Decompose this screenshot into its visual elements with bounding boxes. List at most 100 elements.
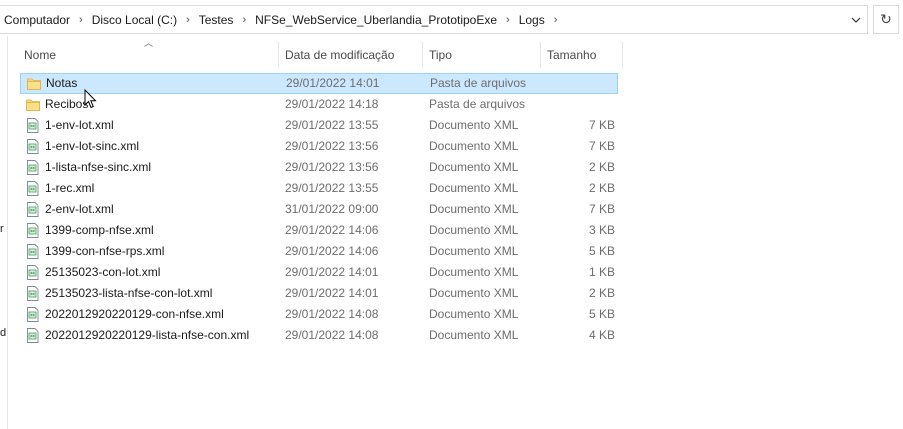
file-name[interactable]: 1-env-lot-sinc.xml <box>45 136 139 157</box>
file-type: Documento XML <box>429 265 519 279</box>
file-name[interactable]: Notas <box>46 73 77 94</box>
file-row[interactable]: 1-env-lot-sinc.xml 29/01/2022 13:56 Docume… <box>20 136 620 157</box>
address-bar[interactable]: Computador › Disco Local (C:) › Testes ›… <box>0 5 868 34</box>
chevron-right-icon[interactable]: › <box>547 14 565 26</box>
file-type: Documento XML <box>429 223 519 237</box>
column-header-type[interactable]: Tipo <box>423 42 541 68</box>
breadcrumb-logs[interactable]: Logs <box>517 13 547 27</box>
file-row[interactable]: 2022012920220129-lista-nfse-con.xml 29/01… <box>20 325 620 346</box>
column-header-name[interactable]: Nome <box>18 42 279 68</box>
file-date: 29/01/2022 13:55 <box>285 118 379 132</box>
file-date: 29/01/2022 13:55 <box>285 181 379 195</box>
file-type: Documento XML <box>429 307 519 321</box>
file-row[interactable]: 1399-con-nfse-rps.xml 29/01/2022 14:06 Doc… <box>20 241 620 262</box>
column-header-date[interactable]: Data de modificação <box>279 42 423 68</box>
file-row[interactable]: 1399-comp-nfse.xml 29/01/2022 14:06 Docume… <box>20 220 620 241</box>
file-size: 2 KB <box>588 286 615 300</box>
file-type: Documento XML <box>429 160 519 174</box>
xml-file-icon <box>26 286 40 301</box>
chevron-right-icon[interactable]: › <box>72 14 90 26</box>
address-dropdown-button[interactable] <box>845 6 867 33</box>
file-size: 7 KB <box>588 118 615 132</box>
file-size: 1 KB <box>588 265 615 279</box>
chevron-right-icon[interactable]: › <box>499 14 517 26</box>
nav-fragment: d <box>0 327 7 339</box>
file-name[interactable]: 1399-con-nfse-rps.xml <box>45 241 164 262</box>
breadcrumb-prototipo[interactable]: NFSe_WebService_Uberlandia_PrototipoExe <box>253 13 499 27</box>
file-date: 29/01/2022 13:56 <box>285 139 379 153</box>
xml-file-icon <box>26 202 40 217</box>
file-size: 5 KB <box>588 244 615 258</box>
column-header-size-label: Tamanho <box>547 48 597 62</box>
file-size: 2 KB <box>588 160 615 174</box>
nav-fragment: r <box>0 223 4 235</box>
xml-file-icon <box>26 139 40 154</box>
column-header-date-label: Data de modificação <box>285 48 395 62</box>
navigation-pane[interactable]: r d <box>0 36 8 429</box>
column-header-type-label: Tipo <box>429 48 452 62</box>
file-type: Documento XML <box>429 244 519 258</box>
file-size: 3 KB <box>588 223 615 237</box>
file-row[interactable]: 25135023-con-lot.xml 29/01/2022 14:01 Docu… <box>20 262 620 283</box>
xml-file-icon <box>26 307 40 322</box>
column-header-name-label: Nome <box>24 48 57 62</box>
file-date: 29/01/2022 14:01 <box>285 265 379 279</box>
file-row[interactable]: 1-rec.xml 29/01/2022 13:55 Documento XML 2 … <box>20 178 620 199</box>
file-row[interactable]: 2-env-lot.xml 31/01/2022 09:00 Documento X… <box>20 199 620 220</box>
file-name[interactable]: 2-env-lot.xml <box>45 199 114 220</box>
file-row[interactable]: 1-lista-nfse-sinc.xml 29/01/2022 13:56 Doc… <box>20 157 620 178</box>
file-name[interactable]: 25135023-con-lot.xml <box>45 262 160 283</box>
breadcrumb-computador[interactable]: Computador <box>2 13 72 27</box>
file-name[interactable]: 2022012920220129-con-nfse.xml <box>45 304 224 325</box>
file-date: 29/01/2022 14:01 <box>286 76 380 90</box>
breadcrumb-disco-local[interactable]: Disco Local (C:) <box>90 13 179 27</box>
file-size: 7 KB <box>588 202 615 216</box>
file-name[interactable]: 1-env-lot.xml <box>45 115 114 136</box>
file-name[interactable]: 1-rec.xml <box>45 178 94 199</box>
folder-row[interactable]: Recibos 29/01/2022 14:18 Pasta de arquivos <box>20 94 620 115</box>
file-name[interactable]: 2022012920220129-lista-nfse-con.xml <box>45 325 249 346</box>
file-date: 29/01/2022 14:18 <box>285 97 379 111</box>
file-date: 31/01/2022 09:00 <box>285 202 379 216</box>
file-name[interactable]: 1399-comp-nfse.xml <box>45 220 154 241</box>
xml-file-icon <box>26 118 40 133</box>
xml-file-icon <box>26 160 40 175</box>
file-date: 29/01/2022 14:08 <box>285 307 379 321</box>
file-type: Documento XML <box>429 202 519 216</box>
file-type: Documento XML <box>429 286 519 300</box>
chevron-right-icon[interactable]: › <box>179 14 197 26</box>
file-date: 29/01/2022 13:56 <box>285 160 379 174</box>
file-name[interactable]: Recibos <box>45 94 88 115</box>
xml-file-icon <box>26 265 40 280</box>
breadcrumb: Computador › Disco Local (C:) › Testes ›… <box>0 13 845 27</box>
column-header-size[interactable]: Tamanho <box>541 42 623 68</box>
file-date: 29/01/2022 14:01 <box>285 286 379 300</box>
mouse-cursor-icon <box>84 89 97 109</box>
folder-icon <box>26 97 40 112</box>
file-type: Documento XML <box>429 118 519 132</box>
refresh-button[interactable]: ↻ <box>873 5 899 34</box>
file-row[interactable]: 2022012920220129-con-nfse.xml 29/01/2022 … <box>20 304 620 325</box>
file-list: Notas 29/01/2022 14:01 Pasta de arquivos Re… <box>20 73 620 346</box>
file-row[interactable]: 25135023-lista-nfse-con-lot.xml 29/01/202… <box>20 283 620 304</box>
file-row[interactable]: 1-env-lot.xml 29/01/2022 13:55 Documento X… <box>20 115 620 136</box>
file-type: Pasta de arquivos <box>429 97 526 111</box>
breadcrumb-testes[interactable]: Testes <box>197 13 236 27</box>
file-name[interactable]: 25135023-lista-nfse-con-lot.xml <box>45 283 212 304</box>
file-type: Documento XML <box>429 181 519 195</box>
file-type: Documento XML <box>429 139 519 153</box>
chevron-down-icon <box>851 17 861 23</box>
file-size: 7 KB <box>588 139 615 153</box>
file-size: 2 KB <box>588 181 615 195</box>
file-type: Pasta de arquivos <box>430 76 527 90</box>
xml-file-icon <box>26 244 40 259</box>
file-size: 5 KB <box>588 307 615 321</box>
xml-file-icon <box>26 223 40 238</box>
folder-row[interactable]: Notas 29/01/2022 14:01 Pasta de arquivos <box>20 73 618 94</box>
chevron-right-icon[interactable]: › <box>235 14 253 26</box>
file-name[interactable]: 1-lista-nfse-sinc.xml <box>45 157 151 178</box>
folder-icon <box>27 76 41 91</box>
file-date: 29/01/2022 14:06 <box>285 223 379 237</box>
xml-file-icon <box>26 328 40 343</box>
refresh-icon: ↻ <box>880 11 892 27</box>
